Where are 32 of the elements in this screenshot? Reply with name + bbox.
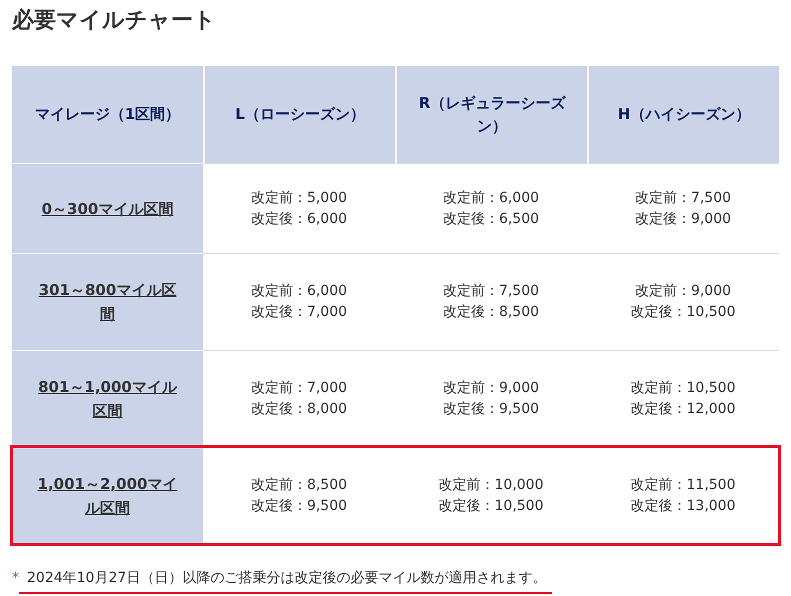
page-title: 必要マイルチャート [12,7,217,35]
column-header: H（ハイシーズン） [587,66,779,163]
column-header: R（レギュラーシーズン） [395,66,587,163]
table-cell-text: 改定後：10,500 [630,303,736,322]
table-cell-text: 改定前：10,500 [630,379,736,398]
table-cell-text: 改定前：11,500 [630,476,736,495]
table-cell-text: 改定前：8,500 [250,476,348,495]
table-cell-text: 改定前：10,000 [438,476,544,495]
table-cell-text: 改定後：13,000 [630,497,736,516]
table-cell-text: 改定前：7,000 [250,379,348,398]
table-cell-text: 改定前：9,000 [634,282,732,301]
table-cell-text: 改定後：7,000 [250,303,348,322]
mileage-link[interactable]: 0～300マイル区間 [42,196,174,220]
table-cell-text: 改定後：12,000 [630,400,736,419]
column-header: マイレージ（1区間） [12,66,203,163]
table-cell-text: 改定後：9,500 [250,497,348,516]
table-cell-text: 改定後：8,000 [250,400,348,419]
table-cell-text: 改定前：9,000 [442,379,540,398]
table-cell-text: 改定前：5,000 [250,188,348,208]
table-cell-text: 改定後：8,500 [442,303,540,322]
table-cell-text: 改定前：7,500 [634,188,732,208]
table-cell-text: 改定後：9,000 [634,210,732,228]
table-cell-text: 改定前：7,500 [442,282,540,301]
footnote-text: 2024年10月27日（日）以降のご搭乗分は改定後の必要マイル数が適用されます。 [19,568,552,594]
table-cell-text: 改定前：6,000 [442,188,540,208]
table-cell-text: 改定前：6,000 [250,282,348,301]
table-cell-text: 改定後：9,500 [442,400,540,419]
table-cell-text: 改定後：10,500 [438,497,544,516]
footnote-mark: * [12,569,19,588]
table-cell-text: 改定後：6,500 [442,210,540,228]
table-cell-text: 改定後：6,000 [250,210,348,228]
column-header: L（ローシーズン） [203,66,395,163]
